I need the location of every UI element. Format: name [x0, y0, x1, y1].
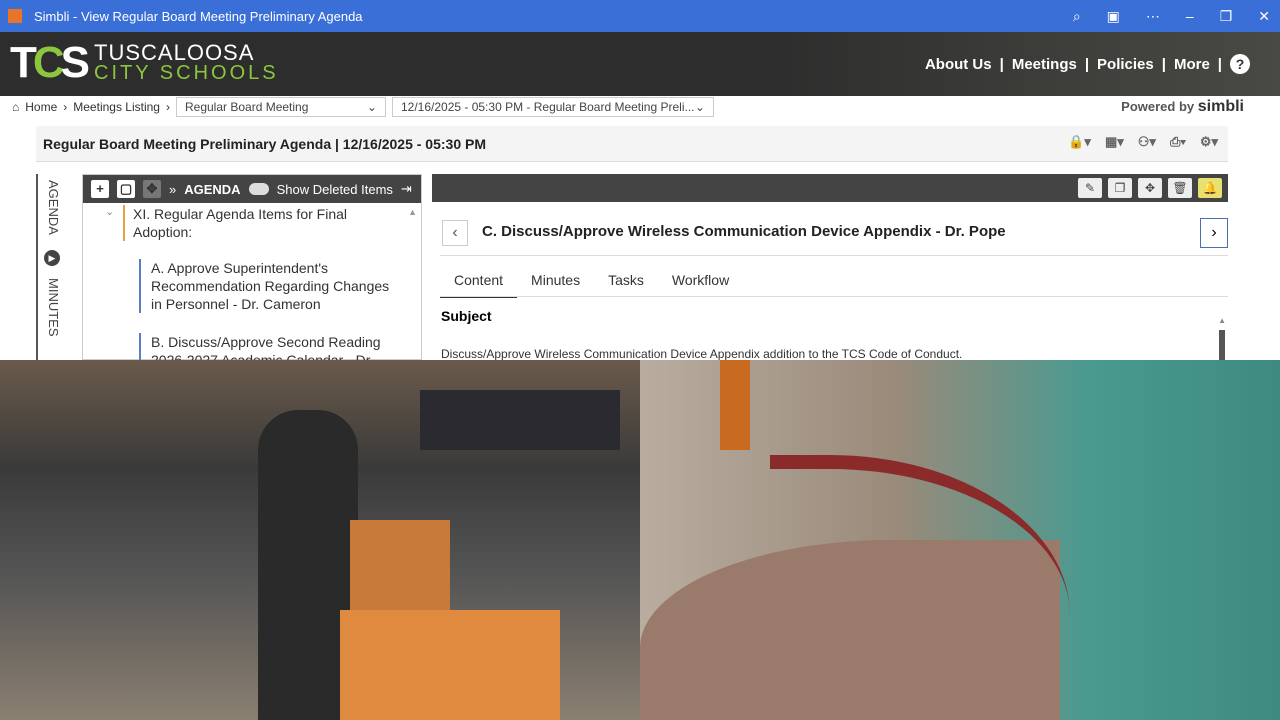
delete-icon[interactable]: 🗑 — [1168, 178, 1192, 198]
video-feed-right — [640, 360, 1280, 720]
print-icon[interactable]: ⎙▾ — [1170, 134, 1186, 150]
item-title: C. Discuss/Approve Wireless Communicatio… — [482, 223, 1006, 240]
nav-more[interactable]: More — [1174, 56, 1210, 73]
powered-by: Powered by simbli — [1121, 98, 1244, 116]
date-select[interactable]: 12/16/2025 - 05:30 PM - Regular Board Me… — [391, 97, 714, 117]
minimize-button[interactable]: – — [1186, 8, 1194, 24]
side-tabs: AGENDA ▶ MINUTES — [36, 174, 66, 360]
chevron-down-icon: ⌄ — [694, 100, 705, 114]
close-button[interactable]: ✕ — [1258, 8, 1270, 25]
nav-about-us[interactable]: About Us — [925, 56, 992, 73]
more-icon[interactable]: ⋯ — [1146, 8, 1160, 25]
previous-button[interactable]: ‹ — [442, 220, 468, 246]
binoculars-icon[interactable]: ⚇▾ — [1138, 134, 1156, 150]
powered-label: Powered by — [1121, 99, 1195, 114]
subject-label: Subject — [441, 308, 492, 324]
brand: simbli — [1197, 98, 1244, 115]
agenda-section[interactable]: XI. Regular Agenda Items for Final Adopt… — [123, 205, 363, 241]
subject-text: Discuss/Approve Wireless Communication D… — [441, 347, 963, 361]
window-titlebar: Simbli - View Regular Board Meeting Prel… — [0, 0, 1280, 32]
play-icon[interactable]: ▶ — [44, 250, 60, 266]
lock-icon[interactable]: 🔒▾ — [1068, 134, 1091, 150]
scrollbar[interactable] — [1219, 330, 1225, 360]
window-title: Simbli - View Regular Board Meeting Prel… — [34, 8, 363, 24]
agenda-label: AGENDA — [184, 181, 241, 197]
show-deleted-toggle[interactable] — [248, 183, 269, 195]
edit-icon[interactable]: ✎ — [1078, 178, 1102, 198]
app-icon — [8, 9, 22, 23]
add-icon[interactable]: + — [91, 180, 109, 198]
tab-agenda[interactable]: AGENDA — [46, 180, 61, 235]
breadcrumb-listing[interactable]: Meetings Listing — [73, 100, 160, 114]
breadcrumb-home[interactable]: Home — [25, 100, 57, 114]
date-select-value: 12/16/2025 - 05:30 PM - Regular Board Me… — [400, 100, 695, 114]
nav-meetings[interactable]: Meetings — [1012, 56, 1077, 73]
logo-mark: TCS — [10, 38, 90, 87]
logo[interactable]: TCS TUSCALOOSA CITY SCHOOLS — [10, 38, 279, 88]
app-view-icon[interactable]: ▣ — [1107, 8, 1120, 25]
tab-workflow[interactable]: Workflow — [658, 272, 743, 298]
scroll-up-icon[interactable]: ▲ — [408, 207, 417, 217]
move-icon[interactable]: ✥ — [143, 180, 161, 198]
tab-minutes[interactable]: Minutes — [517, 272, 594, 298]
site-header: TCS TUSCALOOSA CITY SCHOOLS About Us | Mee… — [0, 32, 1280, 96]
agenda-panel: + ▢ ✥ » AGENDA Show Deleted Items ⇥ ⌄ XI… — [82, 174, 422, 361]
breadcrumb: ⌂ Home › Meetings Listing › Regular Board … — [12, 97, 1244, 117]
page-title: Regular Board Meeting Preliminary Agenda… — [43, 135, 487, 152]
collapse-icon[interactable]: » — [169, 182, 176, 197]
show-deleted-label: Show Deleted Items — [276, 181, 393, 197]
tab-minutes[interactable]: MINUTES — [46, 278, 61, 337]
copy-icon[interactable]: ▢ — [117, 180, 135, 198]
gear-icon[interactable]: ⚙▾ — [1200, 134, 1218, 150]
nav-policies[interactable]: Policies — [1097, 56, 1154, 73]
chevron-down-icon[interactable]: ⌄ — [105, 205, 114, 218]
home-icon[interactable]: ⌂ — [12, 100, 19, 114]
meeting-select[interactable]: Regular Board Meeting ⌄ — [175, 97, 386, 117]
next-button[interactable]: › — [1200, 218, 1228, 248]
detail-panel: ✎ ❐ ✥ 🗑 🔔 ‹ C. Discuss/Approve Wireless … — [432, 174, 1228, 361]
move-icon[interactable]: ✥ — [1138, 178, 1162, 198]
chevron-down-icon: ⌄ — [366, 100, 377, 114]
tab-tasks[interactable]: Tasks — [594, 272, 658, 298]
logo-line1: TUSCALOOSA — [94, 40, 255, 65]
zoom-icon[interactable]: ⌕ — [1073, 8, 1081, 25]
video-feed-left — [0, 360, 640, 720]
tab-content[interactable]: Content — [440, 272, 518, 298]
meeting-select-value: Regular Board Meeting — [184, 100, 309, 114]
copy-icon[interactable]: ❐ — [1108, 178, 1132, 198]
page-title-bar: Regular Board Meeting Preliminary Agenda… — [36, 126, 1228, 162]
agenda-item[interactable]: A. Approve Superintendent's Recommendati… — [139, 259, 401, 313]
expand-panel-icon[interactable]: ⇥ — [401, 181, 412, 197]
restore-button[interactable]: ❐ — [1220, 8, 1233, 25]
bell-icon[interactable]: 🔔 — [1198, 178, 1222, 198]
agenda-item[interactable]: B. Discuss/Approve Second Reading 2026-2… — [139, 333, 401, 361]
scroll-up-icon[interactable]: ▲ — [1218, 316, 1226, 325]
calendar-icon[interactable]: ▦▾ — [1105, 134, 1124, 150]
help-icon[interactable]: ? — [1230, 54, 1250, 74]
logo-line2: CITY SCHOOLS — [94, 62, 279, 84]
